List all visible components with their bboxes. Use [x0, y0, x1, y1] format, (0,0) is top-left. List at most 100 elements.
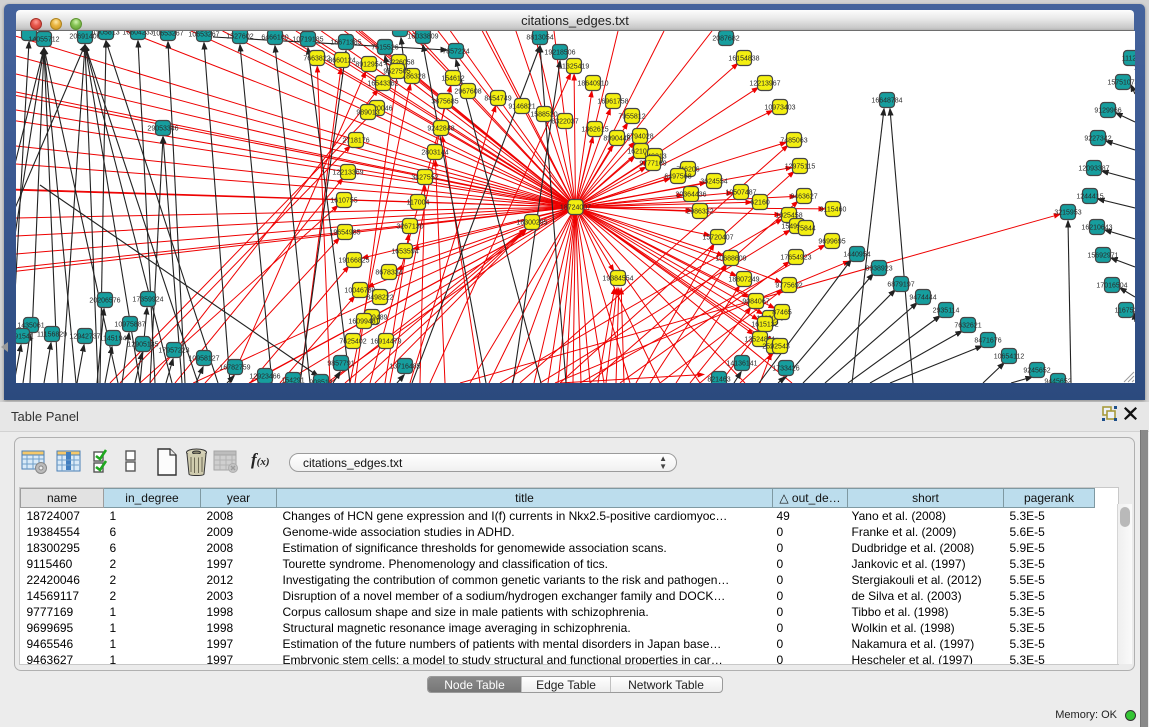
svg-text:9699695: 9699695 [818, 239, 845, 246]
svg-text:2967608: 2967608 [454, 89, 481, 96]
svg-text:1362615: 1362615 [581, 127, 608, 134]
svg-text:8498222: 8498222 [366, 295, 393, 302]
svg-text:13716485: 13716485 [389, 364, 420, 371]
svg-text:9857791: 9857791 [327, 361, 354, 368]
svg-text:29053346: 29053346 [147, 126, 178, 133]
svg-text:20364436: 20364436 [675, 192, 706, 199]
svg-text:1733426: 1733426 [772, 366, 799, 373]
svg-text:17654923: 17654923 [780, 255, 811, 262]
svg-text:8322037: 8322037 [551, 119, 578, 126]
svg-text:14055712: 14055712 [28, 37, 59, 44]
svg-text:117004: 117004 [407, 200, 430, 207]
svg-text:16648784: 16648784 [871, 98, 902, 105]
svg-text:17957223: 17957223 [158, 348, 189, 355]
svg-text:2718176: 2718176 [342, 138, 369, 145]
svg-text:11156829: 11156829 [37, 332, 67, 339]
svg-text:10507487: 10507487 [725, 190, 756, 197]
svg-text:9084067: 9084067 [742, 299, 769, 306]
svg-text:1610755: 1610755 [330, 198, 357, 205]
svg-text:8678334: 8678334 [375, 270, 402, 277]
svg-text:7485063: 7485063 [780, 138, 807, 145]
svg-text:10975887: 10975887 [114, 322, 145, 329]
svg-text:10653267: 10653267 [152, 31, 183, 38]
svg-text:15720407: 15720407 [702, 235, 733, 242]
svg-text:7857224: 7857224 [442, 49, 469, 56]
svg-text:3624554: 3624554 [700, 179, 727, 186]
svg-text:8471676: 8471676 [974, 338, 1001, 345]
svg-text:10958127: 10958127 [188, 356, 219, 363]
svg-text:2935114: 2935114 [933, 308, 960, 315]
svg-text:9527505: 9527505 [383, 69, 410, 76]
svg-text:10973403: 10973403 [764, 105, 795, 112]
svg-text:2986322: 2986322 [686, 209, 713, 216]
svg-text:7625402: 7625402 [339, 339, 366, 346]
svg-text:6466160: 6466160 [261, 35, 288, 42]
svg-text:18640910: 18640910 [577, 81, 608, 88]
svg-text:1145194: 1145194 [100, 336, 127, 343]
svg-text:8912954: 8912954 [355, 62, 382, 69]
svg-text:908514: 908514 [309, 380, 332, 384]
svg-text:6794028: 6794028 [626, 134, 653, 141]
svg-text:12905135: 12905135 [127, 342, 158, 349]
svg-text:92543: 92543 [770, 344, 790, 351]
svg-text:12942737: 12942737 [69, 334, 100, 341]
svg-text:75844: 75844 [796, 226, 816, 233]
svg-text:6497568: 6497568 [664, 174, 691, 181]
svg-text:17016504: 17016504 [1096, 283, 1127, 290]
svg-text:9146821: 9146821 [508, 104, 535, 111]
svg-text:19218506: 19218506 [544, 50, 575, 57]
svg-text:3875685: 3875685 [431, 99, 458, 106]
svg-text:8938923: 8938923 [865, 266, 892, 273]
svg-text:16099481: 16099481 [348, 319, 379, 326]
svg-text:9242848: 9242848 [427, 126, 454, 133]
svg-text:20206576: 20206576 [89, 298, 120, 305]
svg-text:16804233: 16804233 [122, 31, 153, 37]
svg-text:9777169: 9777169 [639, 161, 666, 168]
svg-text:8813054: 8813054 [526, 35, 553, 42]
svg-text:16543362: 16543362 [367, 81, 398, 88]
svg-text:12923466: 12923466 [249, 374, 280, 381]
svg-text:1244415: 1244415 [1076, 194, 1103, 201]
svg-text:12093387: 12093387 [1078, 166, 1109, 173]
svg-text:2087682: 2087682 [712, 36, 739, 43]
svg-text:10719185: 10719185 [292, 37, 323, 44]
svg-text:11123: 11123 [1122, 56, 1135, 63]
svg-text:3267130: 3267130 [396, 224, 423, 231]
svg-text:16782759: 16782759 [219, 365, 250, 372]
svg-text:10046788: 10046788 [344, 288, 375, 295]
svg-text:8660124: 8660124 [328, 58, 355, 65]
svg-text:16671385: 16671385 [330, 40, 361, 47]
svg-text:19384554: 19384554 [602, 276, 633, 283]
svg-text:12975115: 12975115 [785, 164, 816, 171]
svg-text:821463: 821463 [707, 377, 730, 384]
svg-text:3427552: 3427552 [411, 175, 438, 182]
svg-text:1588520: 1588520 [530, 112, 557, 119]
svg-text:10653267: 10653267 [188, 32, 219, 39]
svg-text:116753: 116753 [1115, 308, 1135, 315]
svg-text:87465: 87465 [772, 310, 792, 317]
svg-text:9775692: 9775692 [775, 283, 802, 290]
svg-text:6879197: 6879197 [887, 282, 914, 289]
svg-text:154612: 154612 [441, 76, 464, 83]
svg-text:1527602: 1527602 [226, 34, 253, 41]
svg-text:2803144: 2803144 [421, 150, 448, 157]
svg-text:10654112: 10654112 [994, 354, 1025, 361]
svg-text:16961758: 16961758 [597, 99, 628, 106]
svg-text:9474444: 9474444 [909, 295, 936, 302]
svg-text:15751074: 15751074 [1107, 80, 1135, 87]
svg-text:17359924: 17359924 [132, 297, 163, 304]
svg-text:154291: 154291 [281, 378, 304, 384]
svg-text:9463627: 9463627 [790, 194, 817, 201]
svg-text:9245652: 9245652 [1023, 368, 1050, 375]
svg-text:7663822: 7663822 [303, 56, 330, 63]
svg-text:10688609: 10688609 [715, 256, 746, 263]
svg-text:9115460: 9115460 [820, 207, 847, 214]
svg-text:18807249: 18807249 [728, 277, 759, 284]
svg-text:11325419: 11325419 [559, 64, 590, 71]
svg-text:9129966: 9129966 [1094, 108, 1121, 115]
svg-text:1615132: 1615132 [751, 322, 778, 329]
svg-text:16914479: 16914479 [370, 339, 401, 346]
svg-text:989013: 989013 [356, 110, 379, 117]
svg-text:16033809: 16033809 [407, 34, 438, 41]
svg-text:12213369: 12213369 [332, 170, 363, 177]
